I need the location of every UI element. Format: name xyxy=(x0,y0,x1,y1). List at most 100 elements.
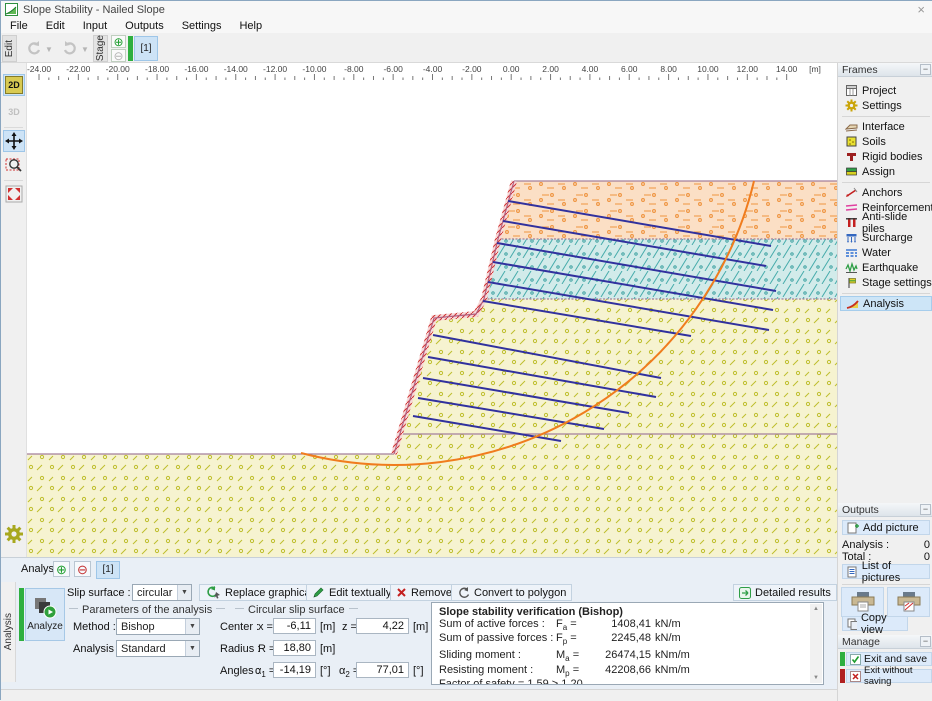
copy-view-button[interactable]: Copy view xyxy=(842,616,908,631)
right-panel: Frames− Project Settings Interface Soils… xyxy=(837,63,932,701)
exit-and-save-button[interactable]: Exit and save xyxy=(846,652,932,666)
close-button[interactable]: × xyxy=(917,2,925,17)
printer-picture-icon xyxy=(896,591,922,613)
minimize-frames-button[interactable]: − xyxy=(920,64,931,75)
detailed-results-icon xyxy=(739,587,751,599)
save-check-icon xyxy=(850,654,861,665)
sidebar-item-settings[interactable]: Settings xyxy=(840,98,932,113)
alpha1-unit: [°] xyxy=(320,665,331,677)
stage-settings-icon xyxy=(845,276,858,289)
angles-label: Angles : xyxy=(220,665,260,677)
view-2d-button[interactable]: 2D xyxy=(3,74,25,96)
menu-bar: File Edit Input Outputs Settings Help xyxy=(1,18,932,33)
remove-x-icon xyxy=(396,587,407,598)
minimize-outputs-button[interactable]: − xyxy=(920,504,931,515)
remove-button[interactable]: Remove xyxy=(390,584,458,601)
sidebar-item-anchors[interactable]: Anchors xyxy=(840,185,932,200)
sidebar-item-assign[interactable]: Assign xyxy=(840,164,932,179)
method-select[interactable]: Bishop▼ xyxy=(116,618,200,635)
fit-to-view-button[interactable] xyxy=(3,183,25,205)
menu-settings[interactable]: Settings xyxy=(173,19,231,33)
sidebar-item-soils[interactable]: Soils xyxy=(840,134,932,149)
svg-text:2.00: 2.00 xyxy=(542,64,559,74)
menu-input[interactable]: Input xyxy=(74,19,116,33)
analysis-type-select[interactable]: Standard▼ xyxy=(116,640,200,657)
svg-text:-22.00: -22.00 xyxy=(66,64,90,74)
exit-save-accent xyxy=(840,652,845,666)
reinforcements-icon xyxy=(845,201,858,214)
detailed-results-button[interactable]: Detailed results xyxy=(733,584,837,601)
menu-edit[interactable]: Edit xyxy=(37,19,74,33)
add-picture-button[interactable]: Add picture xyxy=(842,520,930,535)
analysis-list-row: Analysis : ⊕ ⊖ [1] xyxy=(1,558,837,582)
ruler-unit: [m] xyxy=(809,64,821,74)
center-z-field[interactable]: 4,22 xyxy=(356,618,409,634)
stage-accent-bar xyxy=(128,36,133,61)
sidebar-item-rigid-bodies[interactable]: Rigid bodies xyxy=(840,149,932,164)
stage-mode-button[interactable]: Stage xyxy=(93,35,108,62)
undo-dropdown-caret[interactable]: ▼ xyxy=(45,45,53,54)
sidebar-item-stage-settings[interactable]: Stage settings xyxy=(840,275,932,290)
menu-help[interactable]: Help xyxy=(230,19,271,33)
sidebar-item-project[interactable]: Project xyxy=(840,83,932,98)
svg-text:-6.00: -6.00 xyxy=(383,64,403,74)
analyze-button[interactable]: Analyze xyxy=(25,588,65,641)
3d-icon: 3D xyxy=(8,107,20,117)
tools-separator xyxy=(4,127,23,128)
svg-text:-18.00: -18.00 xyxy=(145,64,169,74)
anti-slide-piles-icon xyxy=(845,216,858,229)
analysis-tab-1[interactable]: [1] xyxy=(96,561,120,579)
stage-tab-1[interactable]: [1] xyxy=(134,36,158,61)
menu-file[interactable]: File xyxy=(1,19,37,33)
edit-textually-button[interactable]: Edit textually xyxy=(306,584,397,601)
alpha1-field[interactable]: -14,19 xyxy=(273,662,316,678)
results-scrollbar[interactable]: ▲▼ xyxy=(810,604,822,683)
scroll-down-icon[interactable]: ▼ xyxy=(813,673,819,683)
sidebar-item-earthquake[interactable]: Earthquake xyxy=(840,260,932,275)
center-x-field[interactable]: -6,11 xyxy=(273,618,316,634)
radius-field[interactable]: 18,80 xyxy=(273,640,316,656)
interface-icon xyxy=(845,120,858,133)
drawing-settings-button[interactable] xyxy=(3,523,25,545)
analysis-icon xyxy=(846,297,859,310)
project-icon xyxy=(845,84,858,97)
redo-dropdown-caret[interactable]: ▼ xyxy=(81,45,89,54)
remove-analysis-button[interactable]: ⊖ xyxy=(74,561,91,577)
list-of-pictures-button[interactable]: List of pictures xyxy=(842,564,930,579)
drawing-canvas[interactable]: -24.00-22.00-20.00-18.00-16.00-14.00-12.… xyxy=(27,63,837,557)
slip-surface-select[interactable]: circular▼ xyxy=(132,584,192,601)
pan-tool-button[interactable] xyxy=(3,130,25,152)
exit-without-saving-button[interactable]: Exit without saving xyxy=(846,669,932,683)
scroll-up-icon[interactable]: ▲ xyxy=(813,604,819,614)
add-analysis-button[interactable]: ⊕ xyxy=(53,561,70,577)
alpha2-field[interactable]: 77,01 xyxy=(356,662,409,678)
convert-to-polygon-button[interactable]: Convert to polygon xyxy=(451,584,572,601)
soil-layer-bottom xyxy=(27,299,837,557)
edit-mode-button[interactable]: Edit xyxy=(2,35,17,62)
undo-button[interactable] xyxy=(23,36,45,60)
sidebar-item-interface[interactable]: Interface xyxy=(840,119,932,134)
analysis-side-tab[interactable]: Analysis xyxy=(1,582,16,682)
minimize-manage-button[interactable]: − xyxy=(920,636,931,647)
remove-stage-button[interactable]: ⊖ xyxy=(111,49,126,62)
analysis-panel: Analysis : ⊕ ⊖ [1] Analysis Analyze Slip… xyxy=(1,557,837,689)
printer-icon xyxy=(850,591,876,613)
add-picture-icon xyxy=(847,522,859,534)
sidebar-item-anti-slide-piles[interactable]: Anti-slide piles xyxy=(840,215,932,230)
zoom-region-icon xyxy=(5,156,23,174)
soils-icon xyxy=(845,135,858,148)
sidebar-item-water[interactable]: Water xyxy=(840,245,932,260)
copy-view-icon xyxy=(847,618,857,630)
add-stage-button[interactable]: ⊕ xyxy=(111,35,126,48)
zoom-region-button[interactable] xyxy=(3,154,25,176)
menu-outputs[interactable]: Outputs xyxy=(116,19,173,33)
view-tools: 2D 3D xyxy=(1,63,27,557)
view-3d-button[interactable]: 3D xyxy=(3,101,25,123)
redo-button[interactable] xyxy=(59,36,81,60)
parameters-group-label: Parameters of the analysis xyxy=(65,604,229,616)
sidebar-item-surcharge[interactable]: Surcharge xyxy=(840,230,932,245)
z-label: z = xyxy=(342,621,357,633)
slip-surface-label: Slip surface : xyxy=(67,587,131,599)
sidebar-item-analysis[interactable]: Analysis xyxy=(840,296,932,311)
result-row: Sum of active forces :Fa =1408,41kN/m xyxy=(439,618,807,632)
